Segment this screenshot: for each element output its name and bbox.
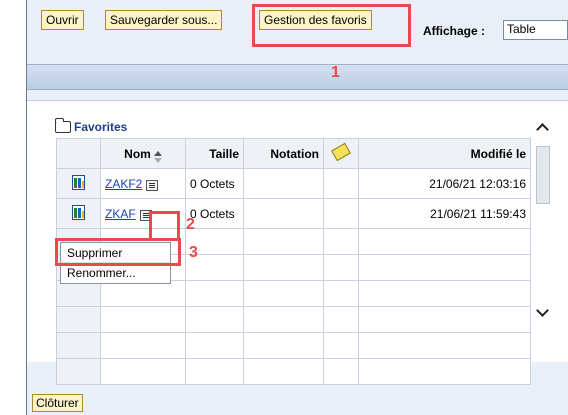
folder-title[interactable]: Favorites — [55, 118, 128, 136]
table-row — [56, 332, 531, 359]
folder-name: Favorites — [74, 120, 128, 134]
scroll-up-icon[interactable] — [536, 121, 548, 133]
folder-icon — [55, 118, 71, 133]
table-row — [56, 306, 531, 333]
rating-cell — [243, 198, 324, 229]
annotation-label-2: 2 — [186, 216, 195, 233]
rating-cell — [243, 168, 324, 199]
header-note[interactable] — [323, 138, 359, 169]
annotation-label-1: 1 — [331, 64, 340, 81]
note-icon — [331, 142, 351, 162]
file-link[interactable]: ZKAF — [105, 207, 136, 221]
header-size[interactable]: Taille — [185, 138, 244, 169]
header-rating[interactable]: Notation — [243, 138, 324, 169]
rename-menu-item[interactable]: Renommer... — [61, 263, 170, 283]
scroll-thumb[interactable] — [536, 146, 550, 204]
save-as-button[interactable]: Sauvegarder sous... — [105, 10, 223, 30]
modified-cell: 21/06/21 12:03:16 — [358, 168, 531, 199]
scroll-down-icon[interactable] — [536, 307, 548, 319]
spreadsheet-icon — [72, 174, 85, 190]
note-cell — [323, 168, 359, 199]
delete-menu-item[interactable]: Supprimer — [61, 243, 170, 263]
vertical-scrollbar[interactable] — [531, 111, 553, 339]
annotation-label-3: 3 — [189, 244, 198, 261]
table-row: ZAKF2 0 Octets 21/06/21 12:03:16 — [56, 168, 531, 199]
header-band — [27, 64, 568, 90]
close-button[interactable]: Clôturer — [32, 394, 83, 412]
context-menu: Supprimer Renommer... — [60, 242, 171, 284]
item-menu-icon[interactable] — [146, 179, 159, 191]
table-row — [56, 358, 531, 385]
header-icon-col — [56, 138, 101, 169]
header-modified[interactable]: Modifié le — [358, 138, 531, 169]
note-cell — [323, 198, 359, 229]
spreadsheet-icon — [72, 204, 85, 220]
file-link[interactable]: ZAKF2 — [105, 177, 142, 191]
table-row: ZKAF 0 Octets 21/06/21 11:59:43 — [56, 198, 531, 229]
modified-cell: 21/06/21 11:59:43 — [358, 198, 531, 229]
display-select[interactable]: Table — [503, 20, 568, 40]
sort-icon[interactable] — [153, 150, 162, 163]
size-cell: 0 Octets — [185, 168, 244, 199]
header-name[interactable]: Nom — [100, 138, 186, 169]
item-menu-icon[interactable] — [139, 209, 152, 221]
open-button[interactable]: Ouvrir — [41, 10, 84, 30]
table-row — [56, 280, 531, 307]
table-header-row: Nom Taille Notation Modifié le — [56, 138, 531, 169]
manage-favorites-button[interactable]: Gestion des favoris — [259, 10, 372, 30]
display-label: Affichage : — [423, 24, 486, 38]
